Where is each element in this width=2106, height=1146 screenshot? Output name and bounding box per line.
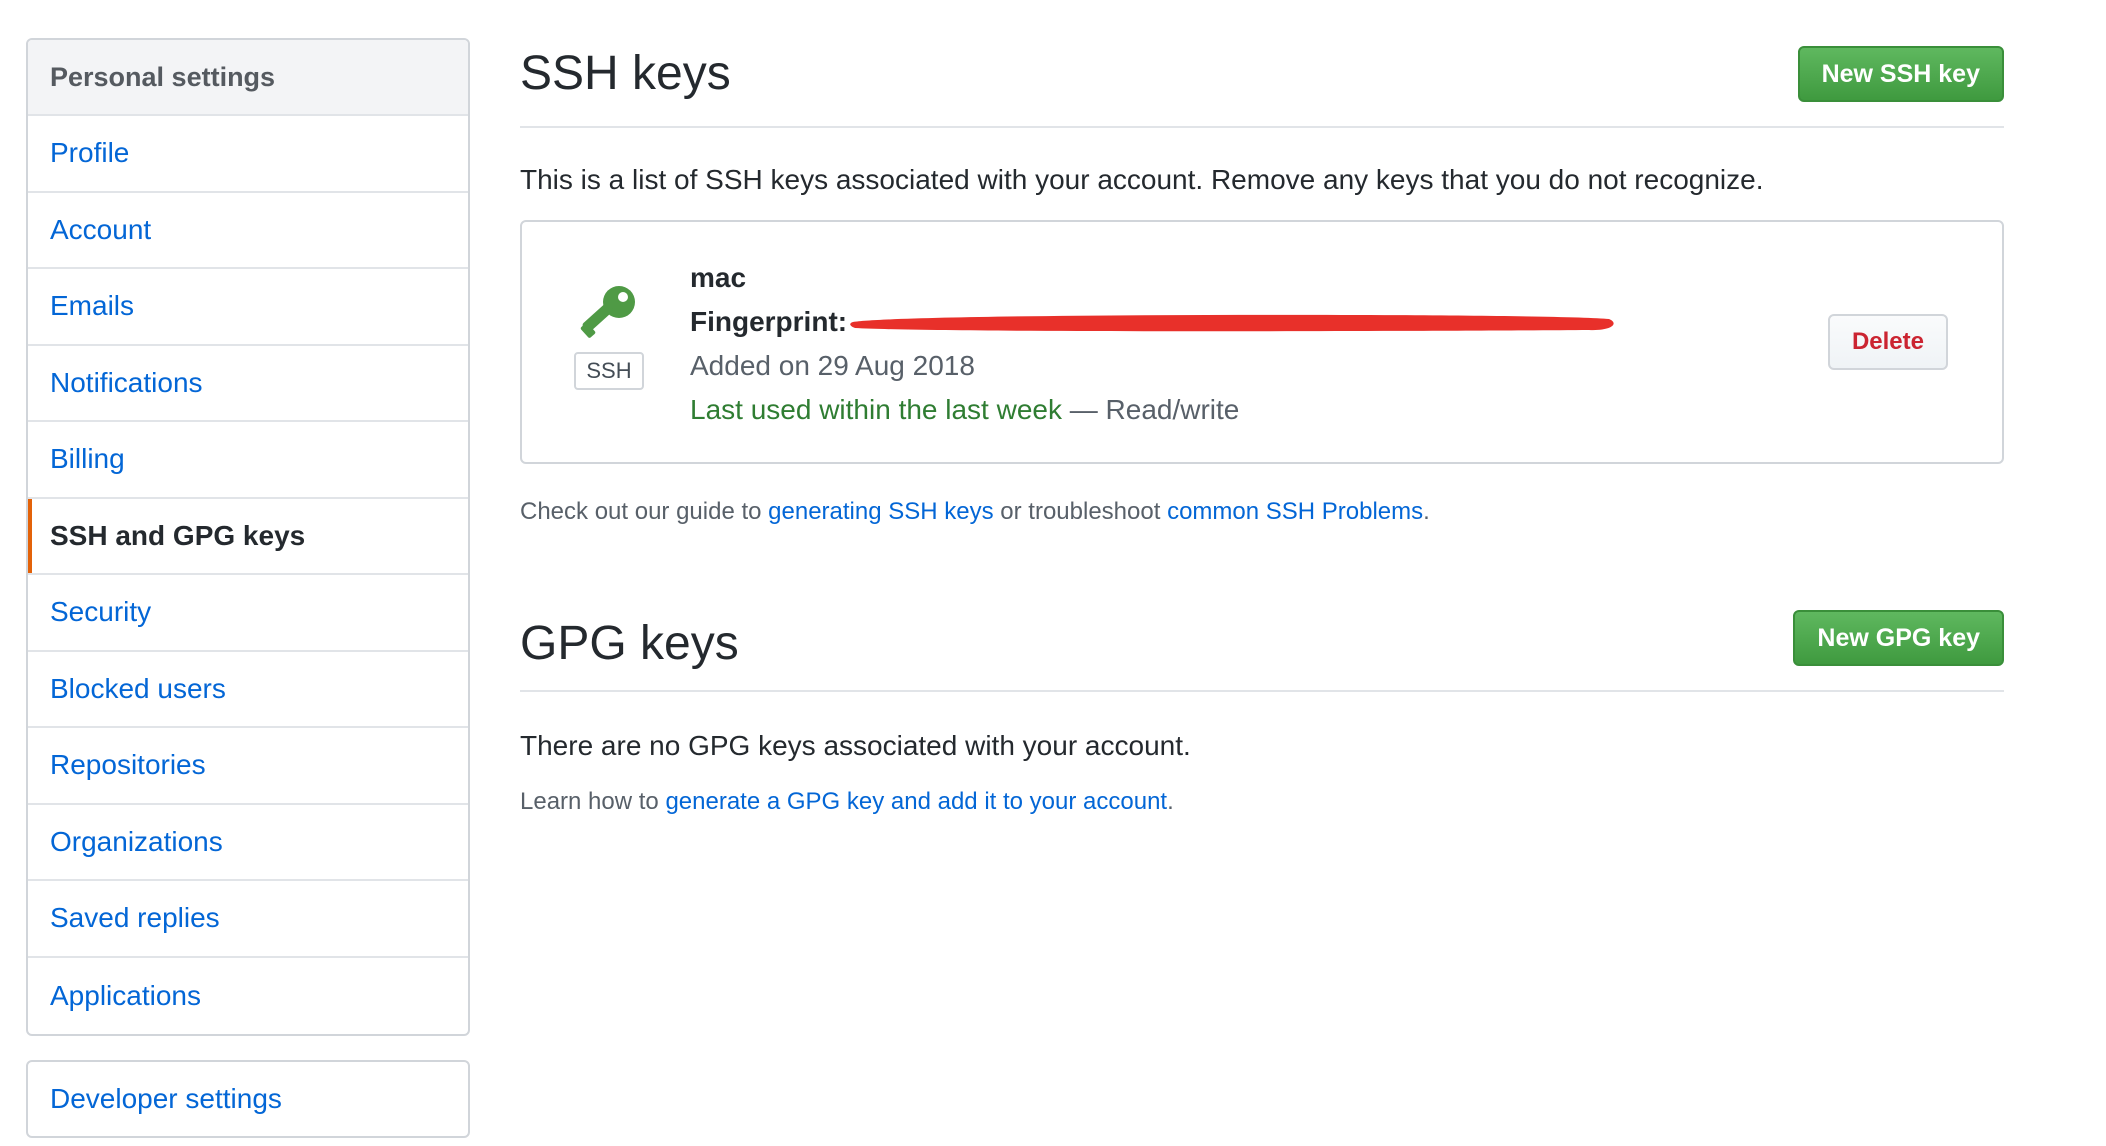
sidebar-item-billing[interactable]: Billing — [28, 422, 468, 499]
sidebar-item-developer-settings[interactable]: Developer settings — [28, 1062, 468, 1136]
ssh-key-fingerprint: Fingerprint: — [690, 300, 1617, 344]
ssh-subhead: SSH keys New SSH key — [520, 38, 2004, 128]
sidebar-item-saved-replies[interactable]: Saved replies — [28, 881, 468, 958]
common-ssh-problems-link[interactable]: common SSH Problems — [1167, 498, 1423, 525]
sidebar-item-blocked-users[interactable]: Blocked users — [28, 652, 468, 728]
key-icon — [580, 286, 635, 338]
main-content: SSH keys New SSH key This is a list of S… — [520, 38, 2004, 816]
ssh-help-prefix: Check out our guide to — [520, 498, 769, 525]
generate-gpg-key-link[interactable]: generate a GPG key and add it to your ac… — [665, 788, 1167, 815]
new-ssh-key-button[interactable]: New SSH key — [1797, 46, 2004, 102]
developer-settings-menu: Developer settings — [26, 1060, 470, 1138]
sidebar-item-repositories[interactable]: Repositories — [28, 728, 468, 805]
sidebar-item-organizations[interactable]: Organizations — [28, 805, 468, 881]
gpg-empty-text: There are no GPG keys associated with yo… — [520, 730, 1191, 761]
ssh-keys-section: SSH keys New SSH key This is a list of S… — [520, 38, 2004, 526]
ssh-key-item: SSH mac Fingerprint: Added on 29 Aug 201… — [520, 220, 2004, 464]
ssh-key-access: — Read/write — [1061, 394, 1240, 425]
ssh-key-usage: Last used within the last week — Read/wr… — [690, 388, 1617, 432]
sidebar-item-profile[interactable]: Profile — [28, 116, 468, 193]
ssh-keys-title: SSH keys — [520, 47, 731, 100]
settings-sidebar: Personal settings Profile Account Emails… — [26, 38, 470, 1036]
ssh-badge: SSH — [574, 352, 644, 390]
generating-ssh-keys-link[interactable]: generating SSH keys — [768, 498, 993, 525]
delete-ssh-key-button[interactable]: Delete — [1827, 314, 1948, 370]
gpg-keys-section: GPG keys New GPG key There are no GPG ke… — [520, 610, 2004, 816]
ssh-help-middle: or troubleshoot — [993, 498, 1168, 525]
ssh-key-name: mac — [690, 262, 747, 293]
sidebar-item-ssh-gpg-keys[interactable]: SSH and GPG keys — [28, 498, 468, 575]
gpg-learn-text: Learn how to generate a GPG key and add … — [520, 788, 2004, 816]
ssh-intro-text: This is a list of SSH keys associated wi… — [520, 164, 1764, 195]
settings-page: Personal settings Profile Account Emails… — [0, 0, 2106, 1146]
ssh-key-added-date: Added on 29 Aug 2018 — [690, 350, 975, 381]
sidebar-heading: Personal settings — [28, 40, 468, 116]
sidebar-item-security[interactable]: Security — [28, 575, 468, 652]
ssh-help-text: Check out our guide to generating SSH ke… — [520, 498, 2004, 526]
gpg-learn-prefix: Learn how to — [520, 788, 666, 815]
fingerprint-label: Fingerprint: — [690, 306, 848, 337]
ssh-help-suffix: . — [1423, 498, 1430, 525]
fingerprint-redaction — [850, 314, 1614, 332]
gpg-learn-suffix: . — [1167, 788, 1174, 815]
sidebar-item-emails[interactable]: Emails — [28, 269, 468, 346]
new-gpg-key-button[interactable]: New GPG key — [1793, 610, 2004, 666]
gpg-keys-title: GPG keys — [520, 617, 739, 670]
sidebar-item-account[interactable]: Account — [28, 193, 468, 269]
gpg-subhead: GPG keys New GPG key — [520, 610, 2004, 692]
key-icon-block: SSH — [574, 282, 644, 390]
ssh-key-last-used: Last used within the last week — [690, 394, 1062, 425]
sidebar-item-applications[interactable]: Applications — [28, 958, 468, 1035]
sidebar-item-notifications[interactable]: Notifications — [28, 346, 468, 422]
ssh-key-details: mac Fingerprint: Added on 29 Aug 2018 La… — [690, 256, 1617, 432]
